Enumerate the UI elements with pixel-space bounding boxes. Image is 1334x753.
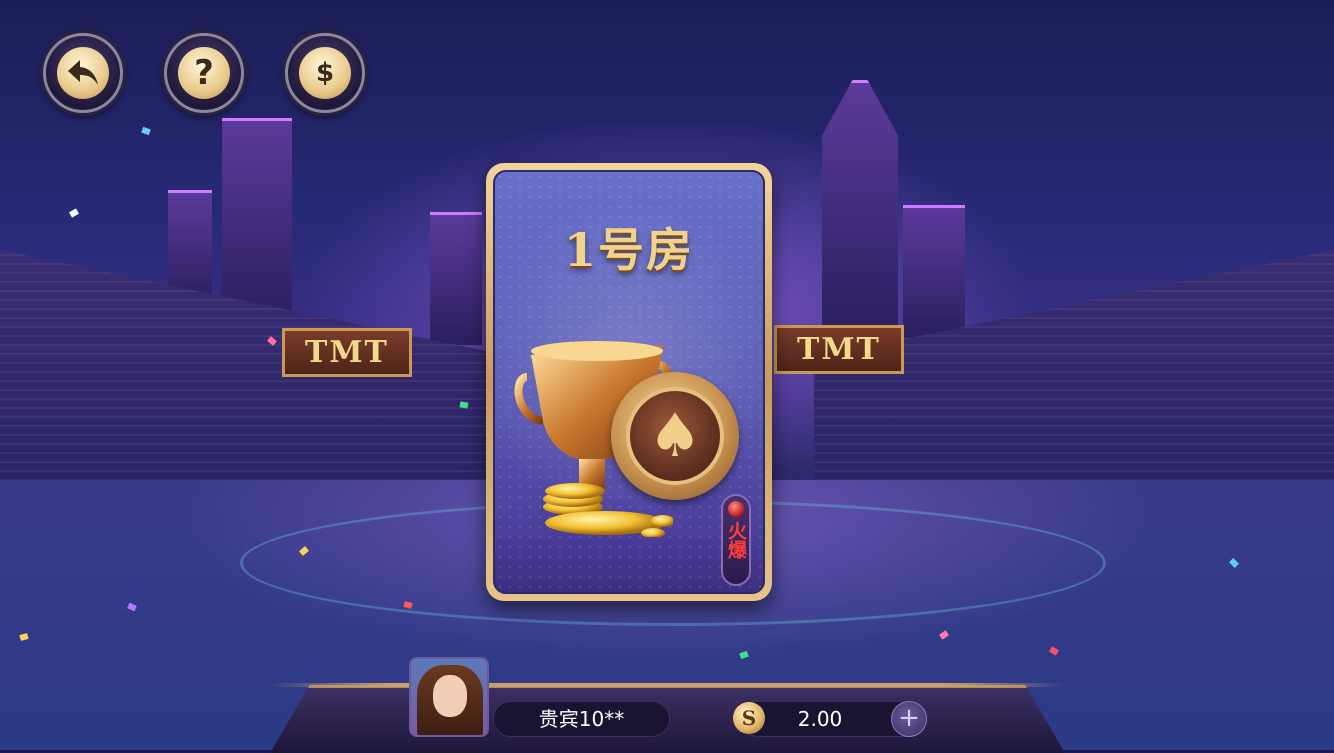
skyscraper bbox=[222, 118, 292, 321]
skyscraper bbox=[168, 190, 212, 303]
balance-value: 2.00 bbox=[797, 707, 843, 731]
room-card[interactable]: 1号房 ♠ 火爆 bbox=[486, 163, 772, 601]
bottom-bar-trim bbox=[270, 683, 1065, 687]
player-avatar[interactable] bbox=[409, 657, 489, 737]
spade-icon: ♠ bbox=[626, 387, 724, 485]
confetti bbox=[459, 401, 469, 409]
hot-badge: 火爆 bbox=[721, 494, 751, 586]
dollar-icon: $ bbox=[299, 47, 351, 99]
recharge-button[interactable]: $ bbox=[285, 33, 365, 113]
hot-label: 火爆 bbox=[725, 521, 747, 559]
question-mark-icon: ? bbox=[178, 47, 230, 99]
help-button[interactable]: ? bbox=[164, 33, 244, 113]
add-coins-button[interactable]: + bbox=[891, 701, 927, 737]
skyscraper bbox=[430, 212, 482, 345]
poker-chip-icon: ♠ bbox=[611, 372, 739, 500]
stadium-sign-left: TMT bbox=[282, 328, 412, 377]
room-title: 1号房 bbox=[563, 223, 694, 277]
player-name: 贵宾10** bbox=[493, 701, 670, 737]
hot-indicator-dot bbox=[728, 501, 744, 517]
room-card-body: 1号房 ♠ 火爆 bbox=[493, 170, 765, 594]
coin-icon: S bbox=[733, 702, 765, 734]
back-button[interactable] bbox=[43, 33, 123, 113]
back-arrow-icon bbox=[57, 47, 109, 99]
skyscraper bbox=[822, 80, 898, 333]
skyscraper bbox=[903, 205, 965, 338]
stadium-sign-right: TMT bbox=[774, 325, 904, 374]
